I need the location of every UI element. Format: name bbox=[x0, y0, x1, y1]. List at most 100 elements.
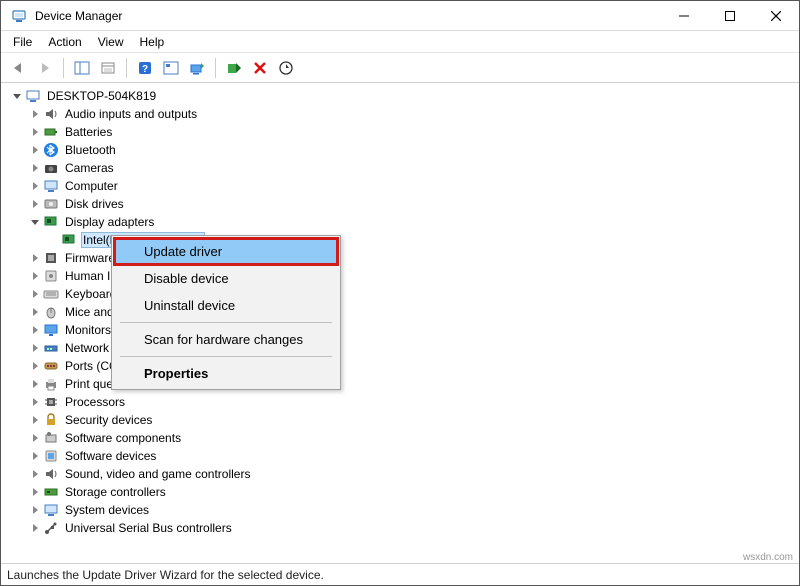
chevron-right-icon[interactable] bbox=[29, 324, 41, 336]
chevron-right-icon[interactable] bbox=[29, 468, 41, 480]
chevron-right-icon[interactable] bbox=[29, 504, 41, 516]
toolbar-separator bbox=[215, 58, 216, 78]
menubar: File Action View Help bbox=[1, 31, 799, 53]
device-tree[interactable]: DESKTOP-504K819 Audio inputs and outputs… bbox=[1, 83, 799, 563]
help-button[interactable]: ? bbox=[133, 56, 157, 80]
chevron-right-icon[interactable] bbox=[29, 378, 41, 390]
computer-icon bbox=[25, 88, 41, 104]
chevron-right-icon[interactable] bbox=[29, 108, 41, 120]
toolbar-separator bbox=[126, 58, 127, 78]
show-hide-tree-button[interactable] bbox=[70, 56, 94, 80]
chevron-right-icon[interactable] bbox=[29, 342, 41, 354]
ctx-properties[interactable]: Properties bbox=[114, 360, 338, 387]
chevron-right-icon[interactable] bbox=[29, 432, 41, 444]
action-button[interactable] bbox=[159, 56, 183, 80]
tree-item-disk-drives[interactable]: Disk drives bbox=[7, 195, 795, 213]
svg-text:?: ? bbox=[142, 64, 148, 75]
chevron-down-icon[interactable] bbox=[29, 216, 41, 228]
port-icon bbox=[43, 358, 59, 374]
scan-hardware-button[interactable] bbox=[274, 56, 298, 80]
chevron-right-icon[interactable] bbox=[29, 198, 41, 210]
tree-item-security[interactable]: Security devices bbox=[7, 411, 795, 429]
context-menu: Update driver Disable device Uninstall d… bbox=[111, 235, 341, 390]
ctx-scan-hardware[interactable]: Scan for hardware changes bbox=[114, 326, 338, 353]
tree-item-label: Cameras bbox=[63, 160, 116, 176]
disk-icon bbox=[43, 196, 59, 212]
ctx-separator bbox=[120, 356, 332, 357]
chevron-right-icon[interactable] bbox=[29, 450, 41, 462]
computer-icon bbox=[43, 178, 59, 194]
tree-item-label: Audio inputs and outputs bbox=[63, 106, 199, 122]
tree-item-computer[interactable]: Computer bbox=[7, 177, 795, 195]
keyboard-icon bbox=[43, 286, 59, 302]
system-device-icon bbox=[43, 502, 59, 518]
chevron-right-icon[interactable] bbox=[29, 306, 41, 318]
battery-icon bbox=[43, 124, 59, 140]
tree-root[interactable]: DESKTOP-504K819 bbox=[7, 87, 795, 105]
toolbar: ? bbox=[1, 53, 799, 83]
ctx-update-driver[interactable]: Update driver bbox=[114, 238, 338, 265]
chevron-right-icon[interactable] bbox=[29, 522, 41, 534]
properties-button[interactable] bbox=[96, 56, 120, 80]
chevron-right-icon[interactable] bbox=[29, 180, 41, 192]
tree-item-label: System devices bbox=[63, 502, 151, 518]
display-adapter-icon bbox=[43, 214, 59, 230]
chevron-right-icon[interactable] bbox=[29, 396, 41, 408]
usb-icon bbox=[43, 520, 59, 536]
ctx-disable-device[interactable]: Disable device bbox=[114, 265, 338, 292]
back-button[interactable] bbox=[7, 56, 31, 80]
firmware-icon bbox=[43, 250, 59, 266]
tree-item-label: Universal Serial Bus controllers bbox=[63, 520, 234, 536]
chevron-right-icon[interactable] bbox=[29, 144, 41, 156]
tree-item-cameras[interactable]: Cameras bbox=[7, 159, 795, 177]
tree-item-system-devices[interactable]: System devices bbox=[7, 501, 795, 519]
menu-action[interactable]: Action bbox=[40, 33, 89, 51]
tree-item-storage-controllers[interactable]: Storage controllers bbox=[7, 483, 795, 501]
cpu-icon bbox=[43, 394, 59, 410]
update-driver-button[interactable] bbox=[185, 56, 209, 80]
chevron-right-icon[interactable] bbox=[29, 126, 41, 138]
tree-item-display-adapters[interactable]: Display adapters bbox=[7, 213, 795, 231]
chevron-right-icon[interactable] bbox=[29, 360, 41, 372]
component-icon bbox=[43, 430, 59, 446]
tree-item-audio[interactable]: Audio inputs and outputs bbox=[7, 105, 795, 123]
close-button[interactable] bbox=[753, 1, 799, 31]
chevron-right-icon[interactable] bbox=[29, 414, 41, 426]
chevron-down-icon[interactable] bbox=[11, 90, 23, 102]
tree-item-batteries[interactable]: Batteries bbox=[7, 123, 795, 141]
chevron-right-icon[interactable] bbox=[29, 288, 41, 300]
tree-item-label: Firmware bbox=[63, 250, 117, 266]
tree-item-label: Software devices bbox=[63, 448, 158, 464]
maximize-button[interactable] bbox=[707, 1, 753, 31]
device-manager-window: Device Manager File Action View Help bbox=[0, 0, 800, 586]
speaker-icon bbox=[43, 106, 59, 122]
forward-button[interactable] bbox=[33, 56, 57, 80]
tree-item-sound-video-game[interactable]: Sound, video and game controllers bbox=[7, 465, 795, 483]
monitor-icon bbox=[43, 322, 59, 338]
tree-item-label: Disk drives bbox=[63, 196, 126, 212]
bluetooth-icon bbox=[43, 142, 59, 158]
watermark: wsxdn.com bbox=[743, 552, 793, 563]
tree-item-bluetooth[interactable]: Bluetooth bbox=[7, 141, 795, 159]
minimize-button[interactable] bbox=[661, 1, 707, 31]
disable-device-button[interactable] bbox=[248, 56, 272, 80]
enable-device-button[interactable] bbox=[222, 56, 246, 80]
menu-file[interactable]: File bbox=[5, 33, 40, 51]
tree-item-software-components[interactable]: Software components bbox=[7, 429, 795, 447]
tree-item-processors[interactable]: Processors bbox=[7, 393, 795, 411]
ctx-separator bbox=[120, 322, 332, 323]
toolbar-separator bbox=[63, 58, 64, 78]
tree-item-label: Processors bbox=[63, 394, 127, 410]
ctx-uninstall-device[interactable]: Uninstall device bbox=[114, 292, 338, 319]
printer-icon bbox=[43, 376, 59, 392]
tree-item-usb-controllers[interactable]: Universal Serial Bus controllers bbox=[7, 519, 795, 537]
hid-icon bbox=[43, 268, 59, 284]
menu-help[interactable]: Help bbox=[132, 33, 173, 51]
chevron-right-icon[interactable] bbox=[29, 486, 41, 498]
chevron-right-icon[interactable] bbox=[29, 270, 41, 282]
menu-view[interactable]: View bbox=[90, 33, 132, 51]
chevron-right-icon[interactable] bbox=[29, 252, 41, 264]
tree-item-software-devices[interactable]: Software devices bbox=[7, 447, 795, 465]
tree-item-label: Security devices bbox=[63, 412, 154, 428]
chevron-right-icon[interactable] bbox=[29, 162, 41, 174]
